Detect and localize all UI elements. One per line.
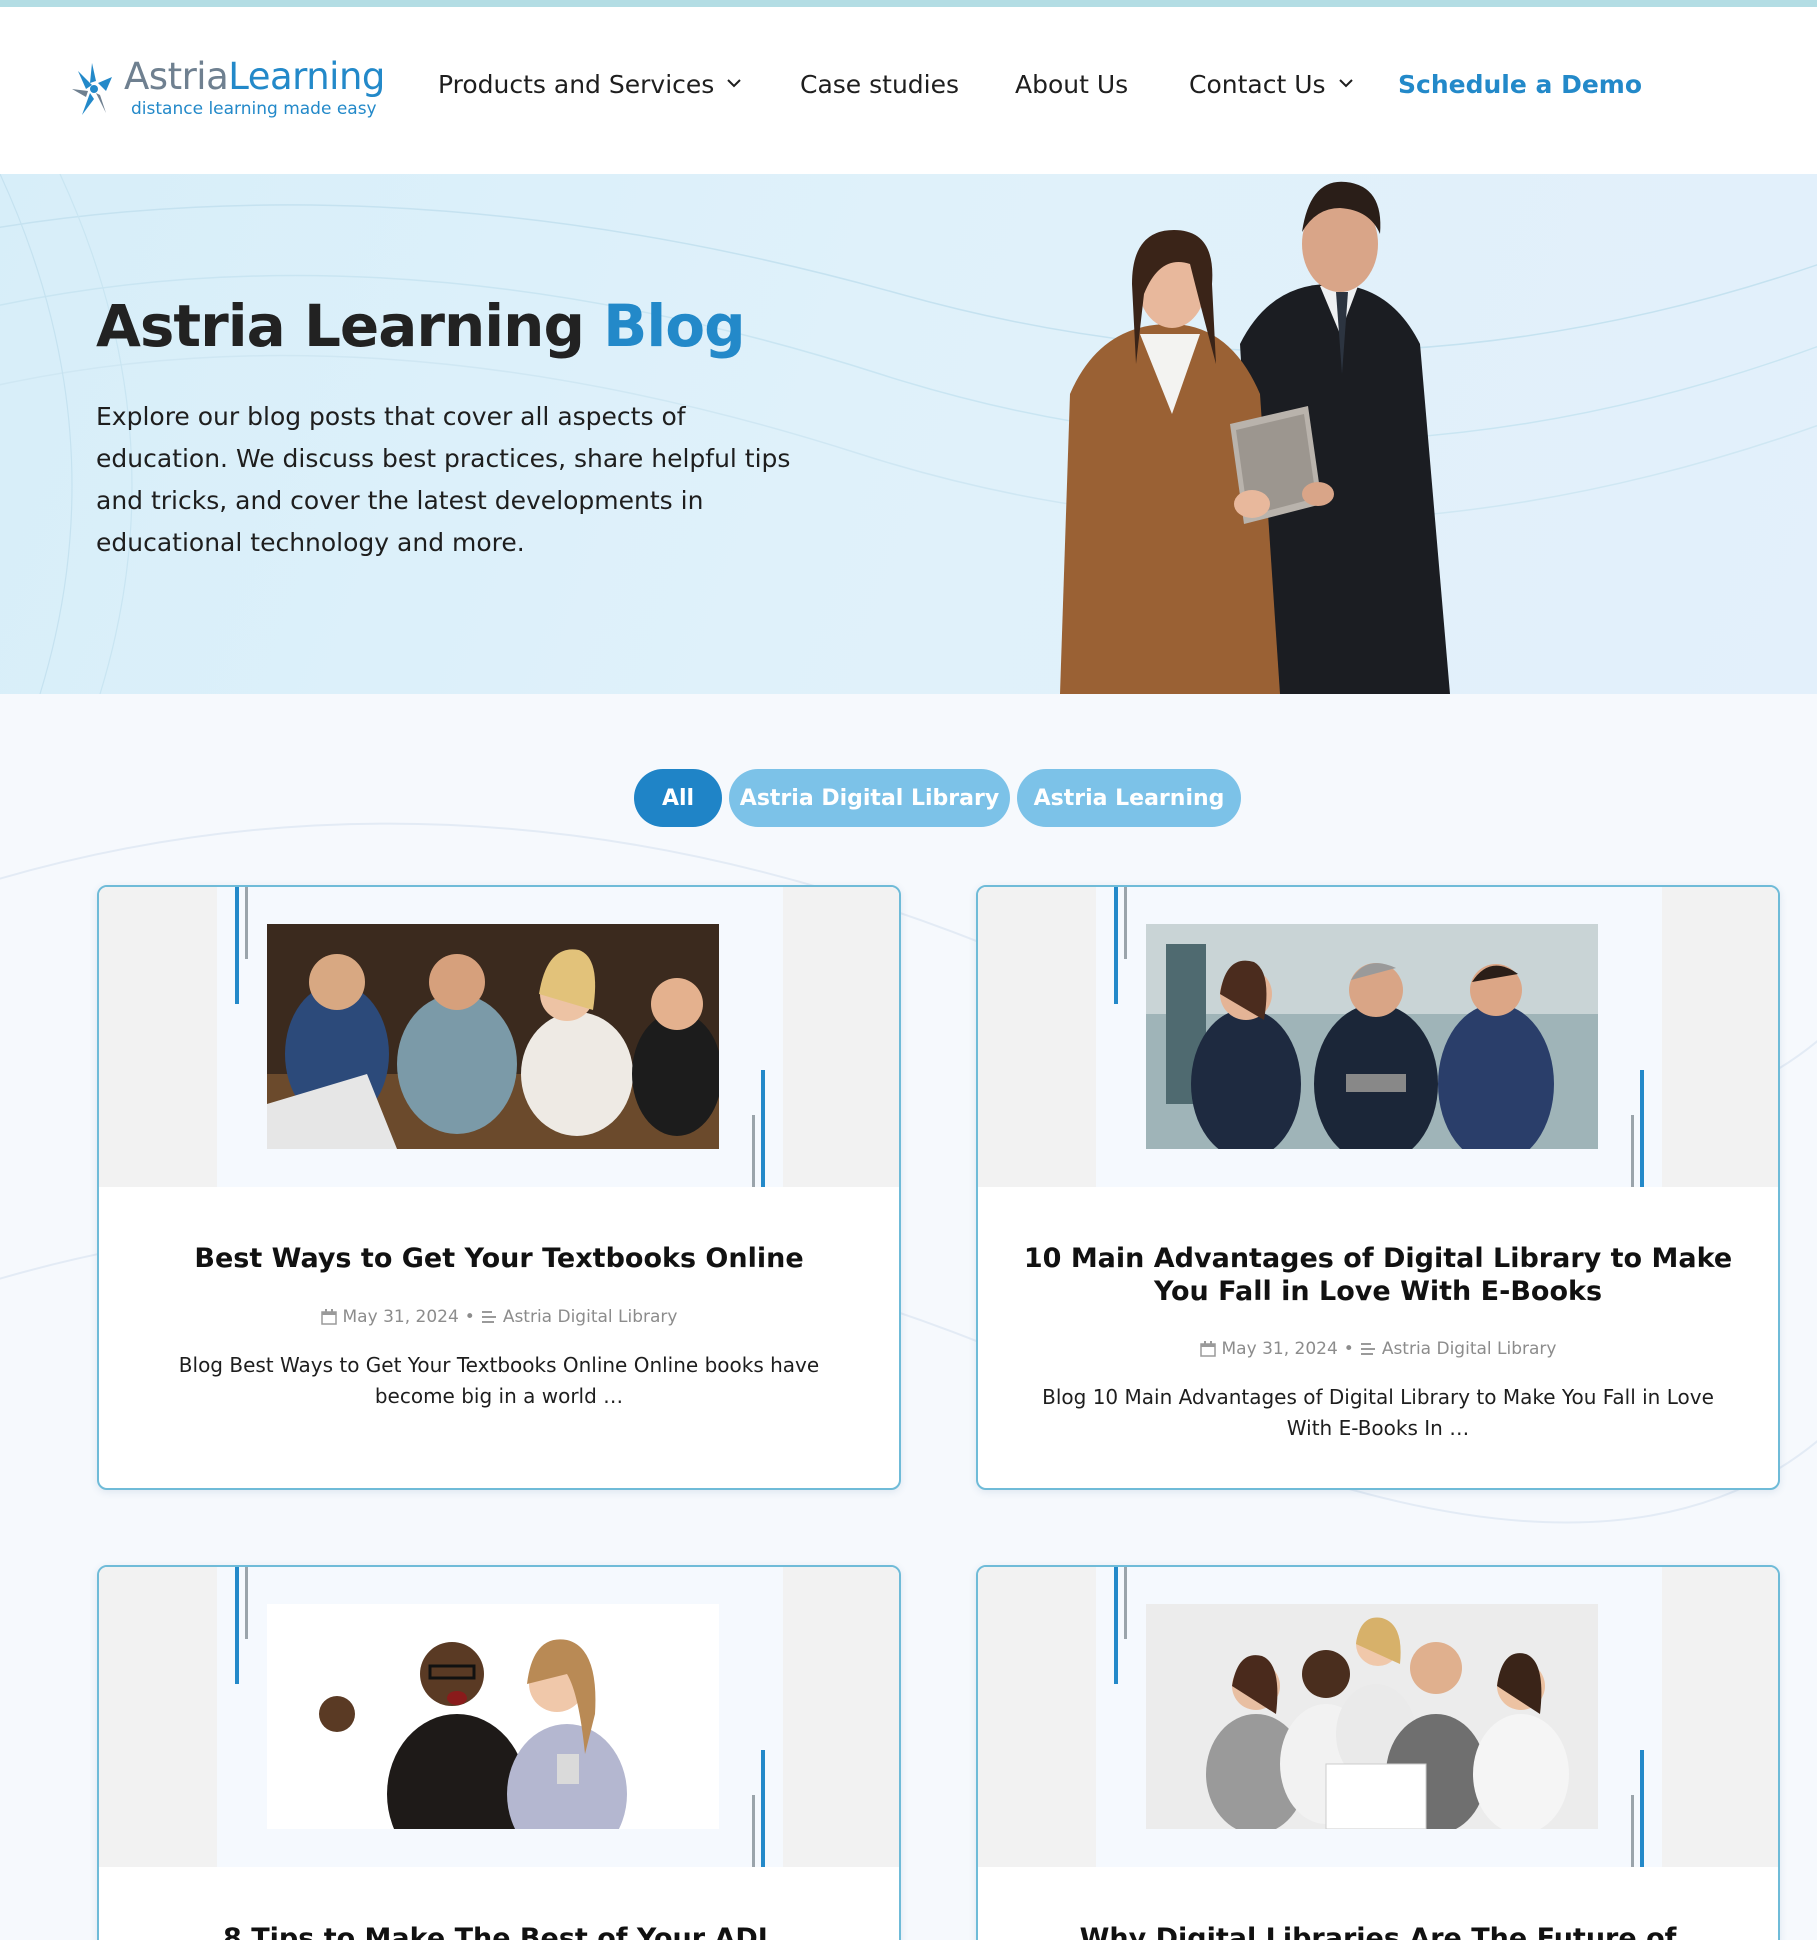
schedule-demo-link[interactable]: Schedule a Demo <box>1398 70 1642 99</box>
filter-all[interactable]: All <box>634 769 722 827</box>
blog-post-card[interactable]: Why Digital Libraries Are The Future of … <box>976 1565 1780 1940</box>
blog-post-card[interactable]: 10 Main Advantages of Digital Library to… <box>976 885 1780 1490</box>
hero-description: Explore our blog posts that cover all as… <box>96 402 791 557</box>
logo-word-2: Learning <box>228 55 385 98</box>
nav-products-services[interactable]: Products and Services <box>438 70 744 99</box>
card-media <box>978 887 1778 1187</box>
logo-tagline: distance learning made easy <box>131 99 377 119</box>
post-image-business-team-tablet <box>1146 924 1598 1149</box>
title-main: Astria Learning <box>96 292 585 360</box>
blog-post-card[interactable]: Best Ways to Get Your Textbooks Online M… <box>97 885 901 1490</box>
category-filters: All Astria Digital Library Astria Learni… <box>0 769 1817 827</box>
logo-word-1: Astria <box>124 55 229 98</box>
post-title[interactable]: Why Digital Libraries Are The Future of … <box>1018 1922 1738 1940</box>
decorative-line <box>1114 887 1118 1004</box>
card-media <box>978 1567 1778 1867</box>
category-list-icon <box>481 1311 496 1323</box>
decorative-line <box>761 1750 765 1867</box>
site-header: AstriaLearning distance learning made ea… <box>0 7 1817 174</box>
post-title[interactable]: 8 Tips to Make The Best of Your ADL Subs… <box>139 1922 859 1940</box>
site-logo[interactable]: AstriaLearning distance learning made ea… <box>68 53 388 133</box>
top-accent-strip <box>0 0 1817 7</box>
decorative-line <box>1640 1750 1644 1867</box>
card-media <box>99 887 899 1187</box>
post-excerpt: Blog Best Ways to Get Your Textbooks Onl… <box>178 1353 820 1408</box>
title-accent: Blog <box>603 292 745 360</box>
decorative-line <box>1631 1115 1634 1187</box>
hero-people-image <box>1060 181 1450 694</box>
decorative-line <box>235 887 239 1004</box>
hero-banner: Astria Learning Blog Explore our blog po… <box>0 174 1817 694</box>
meta-separator: • <box>464 1307 475 1327</box>
calendar-icon <box>320 1309 337 1325</box>
post-meta: May 31, 2024 • Astria Digital Library <box>139 1307 859 1327</box>
meta-separator: • <box>1343 1339 1354 1359</box>
post-category[interactable]: Astria Digital Library <box>503 1307 678 1327</box>
decorative-line <box>752 1115 755 1187</box>
nav-case-studies[interactable]: Case studies <box>800 70 959 99</box>
decorative-line <box>1640 1070 1644 1187</box>
decorative-line <box>1124 887 1127 959</box>
nav-about-us[interactable]: About Us <box>1015 70 1128 99</box>
decorative-line <box>761 1070 765 1187</box>
nav-contact-us[interactable]: Contact Us <box>1189 70 1356 99</box>
nav-label: Case studies <box>800 70 960 99</box>
decorative-line <box>245 1567 248 1639</box>
blog-post-card[interactable]: 8 Tips to Make The Best of Your ADL Subs… <box>97 1565 901 1940</box>
nav-label: About Us <box>1015 70 1129 99</box>
chevron-down-icon <box>1338 78 1353 87</box>
logo-wordmark: AstriaLearning <box>124 53 385 101</box>
post-title[interactable]: Best Ways to Get Your Textbooks Online <box>139 1242 859 1275</box>
post-image-students-laptop <box>267 924 719 1149</box>
page-title: Astria Learning Blog <box>96 292 746 360</box>
category-list-icon <box>1360 1343 1375 1355</box>
post-category[interactable]: Astria Digital Library <box>1382 1339 1557 1359</box>
calendar-icon <box>1199 1341 1216 1357</box>
decorative-line <box>1124 1567 1127 1639</box>
post-date: May 31, 2024 <box>342 1307 459 1327</box>
post-excerpt: Blog 10 Main Advantages of Digital Libra… <box>1042 1385 1714 1440</box>
nav-label: Contact Us <box>1189 70 1326 99</box>
filter-astria-learning[interactable]: Astria Learning <box>1017 769 1241 827</box>
nav-label: Products and Services <box>438 70 715 99</box>
post-date: May 31, 2024 <box>1221 1339 1338 1359</box>
post-meta: May 31, 2024 • Astria Digital Library <box>1018 1339 1738 1359</box>
filter-astria-digital-library[interactable]: Astria Digital Library <box>729 769 1010 827</box>
decorative-line <box>1114 1567 1118 1684</box>
astria-logo-mark <box>72 63 112 115</box>
decorative-line <box>235 1567 239 1684</box>
post-title[interactable]: 10 Main Advantages of Digital Library to… <box>1018 1242 1738 1308</box>
decorative-line <box>1631 1795 1634 1867</box>
decorative-line <box>752 1795 755 1867</box>
post-image-group-laptop <box>1146 1604 1598 1829</box>
card-media <box>99 1567 899 1867</box>
chevron-down-icon <box>727 78 742 87</box>
post-image-excited-friends-phone <box>267 1604 719 1829</box>
decorative-line <box>245 887 248 959</box>
